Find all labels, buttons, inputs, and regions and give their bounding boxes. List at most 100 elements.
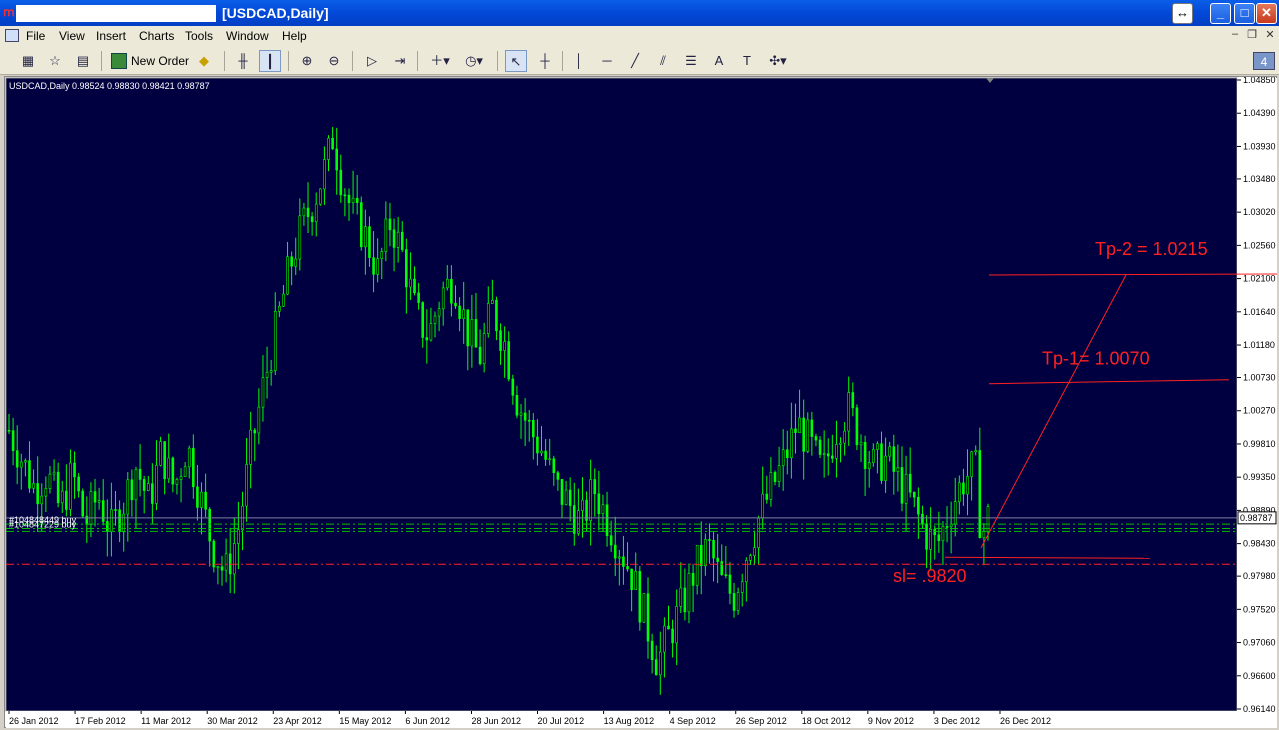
candle-body xyxy=(200,491,203,508)
menu-tools[interactable]: Tools xyxy=(185,29,213,43)
candle-body xyxy=(327,137,330,160)
arrows-icon[interactable]: ✣▾ xyxy=(764,50,792,72)
candle-body xyxy=(785,449,789,459)
text-label-icon[interactable]: T xyxy=(736,50,758,72)
time-tick-label: 11 Mar 2012 xyxy=(141,716,191,726)
trendline-icon[interactable]: ╱ xyxy=(624,50,646,72)
candle-body xyxy=(192,447,195,488)
price-chart[interactable]: 1.04850 1.04390 1.03930 1.03480 1.03020 1.025… xyxy=(5,77,1278,729)
candle-body xyxy=(851,392,855,409)
menu-window[interactable]: Window xyxy=(226,29,269,43)
minimize-icon[interactable]: _ xyxy=(1210,3,1231,24)
candle-body xyxy=(777,465,781,482)
candle-body xyxy=(359,202,363,248)
candle-body xyxy=(40,495,44,505)
menu-file[interactable]: File xyxy=(26,29,45,43)
candle-body xyxy=(7,429,11,432)
market-watch-icon[interactable]: ▤ xyxy=(72,50,94,72)
candle-body xyxy=(978,450,982,538)
candle-body xyxy=(183,466,187,477)
auto-scroll-icon[interactable]: ▷ xyxy=(361,50,383,72)
candle-body xyxy=(532,420,535,438)
candle-body xyxy=(749,555,752,561)
chart-window-icon[interactable] xyxy=(5,29,19,42)
toolbar-separator xyxy=(224,51,225,71)
equidistant-channel-icon[interactable]: ⫽ xyxy=(652,50,674,72)
candle-body xyxy=(966,476,969,495)
mdi-close-icon[interactable]: ✕ xyxy=(1263,28,1277,43)
zoom-out-icon[interactable]: ⊖ xyxy=(323,50,345,72)
candle-body xyxy=(814,436,818,441)
horizontal-line-icon[interactable]: ─ xyxy=(596,50,618,72)
crosshair-icon[interactable]: ┼ xyxy=(534,50,556,72)
candle-body xyxy=(462,309,465,319)
candle-body xyxy=(540,450,543,454)
zoom-in-icon[interactable]: ⊕ xyxy=(296,50,318,72)
candle-body xyxy=(904,473,908,504)
time-tick-label: 17 Feb 2012 xyxy=(75,716,126,726)
periods-icon[interactable]: ◷▾ xyxy=(460,50,488,72)
candle-body xyxy=(613,544,617,559)
candlestick-icon[interactable]: ┃ xyxy=(259,50,281,72)
candle-body xyxy=(151,483,154,504)
candle-body xyxy=(679,587,683,607)
time-tick-label: 23 Apr 2012 xyxy=(273,716,322,726)
fibonacci-icon[interactable]: ☰ xyxy=(680,50,702,72)
candle-body xyxy=(884,455,887,481)
candle-body xyxy=(245,464,248,507)
maximize-icon[interactable]: □ xyxy=(1234,3,1255,24)
close-icon[interactable]: ✕ xyxy=(1256,3,1277,24)
candle-body xyxy=(544,450,547,460)
candle-body xyxy=(859,441,863,446)
profiles-icon[interactable]: ☆ xyxy=(44,50,66,72)
new-order-button[interactable]: New Order xyxy=(109,50,189,72)
price-tick-label: 1.04850 xyxy=(1243,77,1276,85)
time-tick-label: 26 Dec 2012 xyxy=(1000,716,1051,726)
menu-insert[interactable]: Insert xyxy=(96,29,126,43)
price-tick-label: 0.97520 xyxy=(1243,604,1276,614)
expert-advisors-icon[interactable]: ◆ xyxy=(193,50,215,72)
candle-body xyxy=(527,419,531,422)
chart-shift-icon[interactable]: ⇥ xyxy=(389,50,411,72)
candle-body xyxy=(204,491,207,510)
candle-body xyxy=(339,169,343,196)
candle-body xyxy=(15,450,19,468)
price-tick-label: 1.00270 xyxy=(1243,406,1276,416)
vertical-line-icon[interactable]: │ xyxy=(568,50,590,72)
candle-body xyxy=(781,449,785,466)
candle-body xyxy=(695,544,699,586)
candle-body xyxy=(654,659,658,676)
candle-body xyxy=(355,197,359,203)
candle-body xyxy=(433,315,437,324)
candle-body xyxy=(687,573,691,613)
candle-body xyxy=(519,412,523,416)
candle-body xyxy=(24,460,27,463)
cursor-icon[interactable]: ↖ xyxy=(505,50,527,72)
mdi-restore-icon[interactable]: ❐ xyxy=(1245,28,1259,43)
price-tick-label: 1.04390 xyxy=(1243,108,1276,118)
candle-body xyxy=(466,309,470,347)
candle-body xyxy=(134,469,138,501)
menu-help[interactable]: Help xyxy=(282,29,307,43)
candle-body xyxy=(400,231,404,250)
time-tick-label: 3 Dec 2012 xyxy=(934,716,980,726)
menu-charts[interactable]: Charts xyxy=(139,29,174,43)
price-tick-label: 1.01640 xyxy=(1243,307,1276,317)
candle-body xyxy=(470,319,474,347)
candle-body xyxy=(773,472,777,482)
mdi-minimize-icon[interactable]: – xyxy=(1228,28,1242,43)
text-icon[interactable]: A xyxy=(708,50,730,72)
trade-count-badge[interactable]: 4 xyxy=(1253,52,1275,70)
indicators-icon[interactable]: ＋▾ xyxy=(426,50,454,72)
candle-body xyxy=(52,471,56,475)
candle-body xyxy=(388,218,392,231)
chart-window[interactable]: 1.04850 1.04390 1.03930 1.03480 1.03020 1.025… xyxy=(4,76,1278,729)
candle-body xyxy=(187,447,191,468)
bar-chart-icon[interactable]: ╫ xyxy=(232,50,254,72)
menu-view[interactable]: View xyxy=(59,29,85,43)
new-chart-icon[interactable]: ▦ xyxy=(17,50,39,72)
candle-body xyxy=(343,194,347,197)
resize-icon[interactable]: ↔ xyxy=(1172,3,1193,24)
symbol-info: USDCAD,Daily 0.98524 0.98830 0.98421 0.9… xyxy=(9,81,210,91)
candle-body xyxy=(626,566,629,570)
